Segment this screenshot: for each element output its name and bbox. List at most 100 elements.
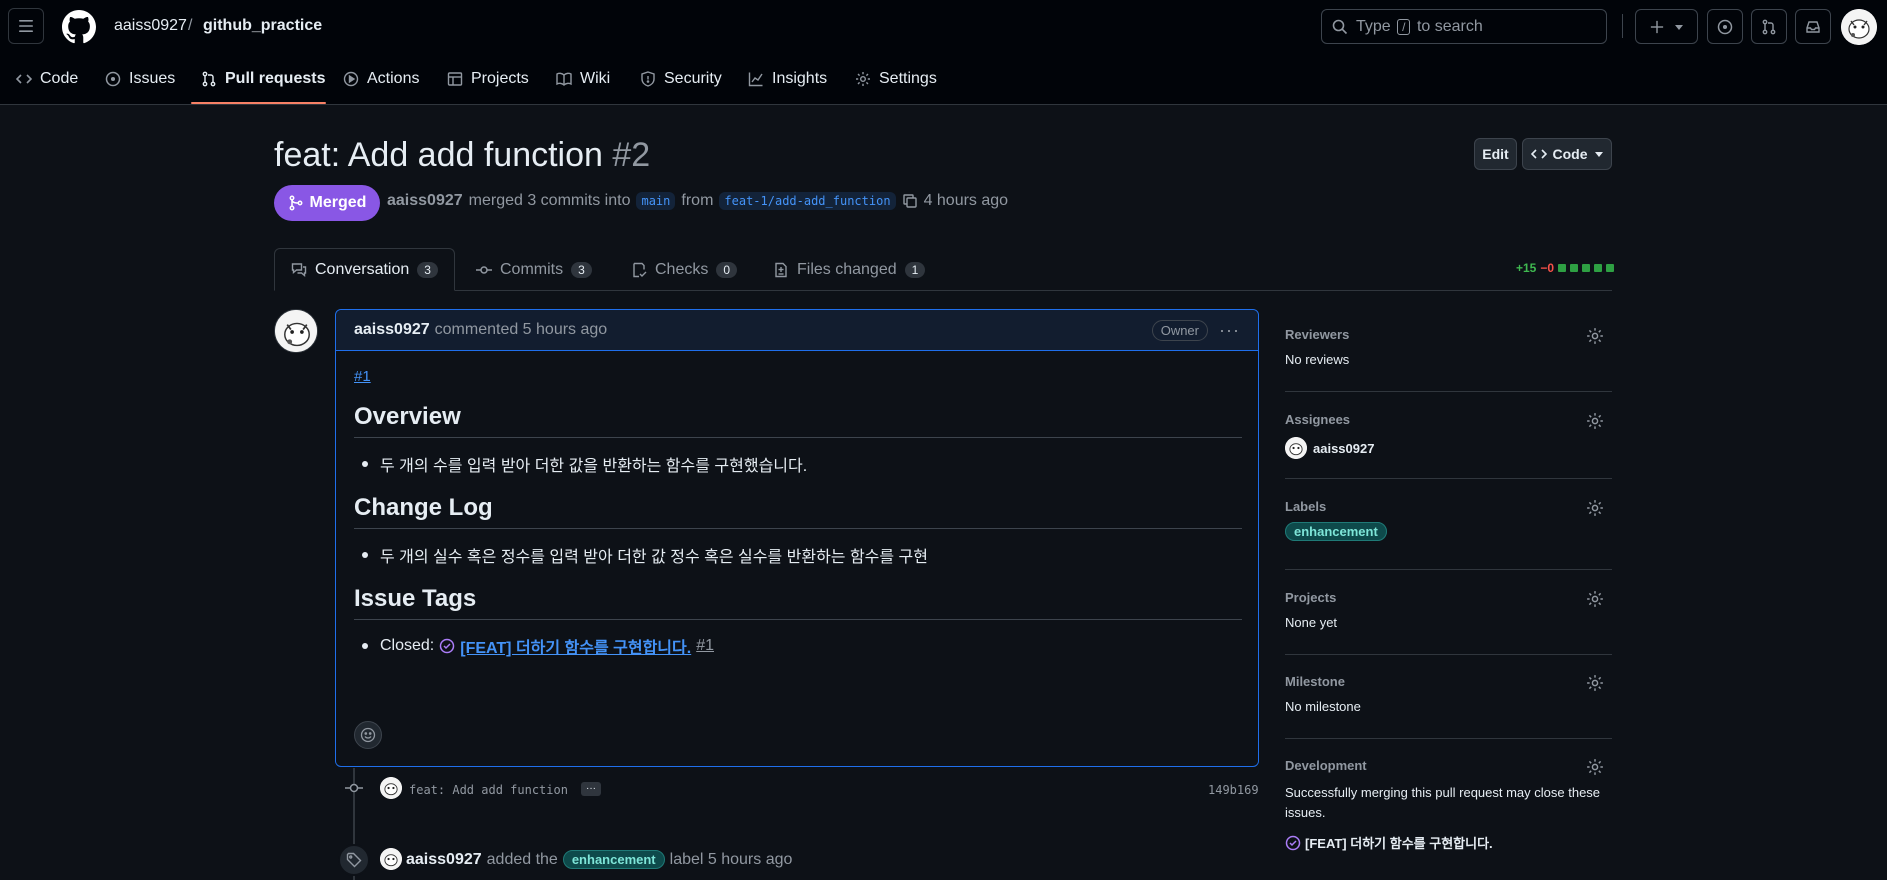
nav-issues[interactable]: Issues: [97, 64, 183, 94]
closed-issue-link[interactable]: [FEAT] 더하기 함수를 구현합니다.: [460, 634, 691, 658]
comment-timestamp[interactable]: commented 5 hours ago: [435, 321, 608, 339]
nav-wiki[interactable]: Wiki: [548, 64, 618, 94]
kebab-icon[interactable]: ···: [1219, 320, 1240, 341]
tab-checks[interactable]: Checks 0: [615, 248, 753, 291]
nav-security[interactable]: Security: [632, 64, 730, 94]
sidebar-milestone: Milestone No milestone: [1285, 674, 1612, 739]
user-avatar[interactable]: [1841, 9, 1877, 45]
nav-insights[interactable]: Insights: [740, 64, 835, 94]
issues-button[interactable]: [1707, 9, 1743, 44]
book-icon: [556, 72, 572, 86]
nav-insights-label: Insights: [772, 70, 828, 87]
projects-heading: Projects: [1285, 590, 1337, 605]
comment-box: aaiss0927 commented 5 hours ago Owner ··…: [335, 309, 1259, 767]
triangle-down-icon: [1594, 152, 1603, 157]
copy-icon[interactable]: [902, 193, 918, 209]
diffstat-deletions: −0: [1540, 261, 1555, 275]
search-input[interactable]: Type / to search: [1321, 9, 1607, 44]
owner-badge: Owner: [1151, 320, 1208, 341]
nav-settings[interactable]: Settings: [847, 64, 945, 94]
assignee-avatar: [1285, 437, 1307, 459]
closed-issue-number[interactable]: #1: [696, 637, 714, 655]
git-commit-icon: [345, 781, 363, 795]
file-diff-icon: [775, 262, 787, 277]
nav-projects-label: Projects: [471, 70, 529, 87]
development-value: Successfully merging this pull request m…: [1285, 785, 1601, 820]
gear-icon[interactable]: [1586, 412, 1604, 430]
diffstat-block: [1582, 264, 1591, 272]
menu-button[interactable]: [8, 8, 44, 44]
diffstat-block: [1558, 264, 1567, 272]
pr-merged-time[interactable]: 4 hours ago: [924, 192, 1009, 210]
tab-files-changed[interactable]: Files changed 1: [757, 248, 941, 291]
base-branch-label[interactable]: main: [636, 192, 676, 210]
pull-requests-button[interactable]: [1751, 9, 1787, 44]
development-issue-item[interactable]: [FEAT] 더하기 함수를 구현합니다.: [1285, 833, 1612, 852]
issue-closed-icon: [440, 638, 455, 654]
diffstat: +15 −0: [1516, 261, 1615, 275]
head-branch-label[interactable]: feat-1/add-add_function: [719, 192, 896, 210]
comment-author-avatar[interactable]: [274, 309, 318, 353]
nav-actions[interactable]: Actions: [335, 64, 427, 94]
development-issue-link: [FEAT] 더하기 함수를 구현합니다.: [1305, 836, 1493, 851]
hamburger-icon: [19, 20, 33, 32]
breadcrumb-owner[interactable]: aaiss0927: [114, 17, 187, 35]
gear-icon[interactable]: [1586, 590, 1604, 608]
table-icon: [447, 72, 463, 86]
create-new-button[interactable]: [1635, 9, 1698, 44]
pr-author-link[interactable]: aaiss0927: [387, 192, 463, 210]
nav-settings-label: Settings: [879, 70, 937, 87]
assignee-name: aaiss0927: [1313, 440, 1375, 456]
commit-author-avatar[interactable]: [380, 777, 402, 799]
github-logo-icon[interactable]: [62, 10, 96, 44]
gear-icon[interactable]: [1586, 674, 1604, 692]
pr-title-text: feat: Add add function: [274, 136, 603, 174]
assignee-item[interactable]: aaiss0927: [1285, 437, 1612, 459]
nav-pull-requests[interactable]: Pull requests: [193, 64, 333, 94]
heading-issue-tags: Issue Tags: [354, 585, 1242, 620]
gear-icon[interactable]: [1586, 499, 1604, 517]
code-icon: [1530, 149, 1547, 159]
plus-icon: [1650, 20, 1663, 33]
tab-conversation-label: Conversation: [315, 260, 410, 278]
tab-checks-label: Checks: [655, 260, 709, 278]
edit-button[interactable]: Edit: [1474, 138, 1517, 170]
nav-wiki-label: Wiki: [580, 70, 611, 87]
expand-commit-button[interactable]: ···: [581, 782, 601, 796]
merged-state-badge: Merged: [274, 185, 380, 221]
commit-sha-link[interactable]: 149b169: [1208, 783, 1259, 797]
gear-icon[interactable]: [1586, 758, 1604, 776]
nav-projects[interactable]: Projects: [439, 64, 537, 94]
nav-security-label: Security: [664, 70, 722, 87]
search-shortcut-key: /: [1397, 18, 1411, 35]
sidebar-projects: Projects None yet: [1285, 590, 1612, 655]
tag-icon: [338, 844, 370, 876]
nav-code[interactable]: Code: [8, 64, 86, 94]
add-reaction-button[interactable]: [354, 721, 382, 749]
commit-message-link[interactable]: feat: Add add function: [409, 783, 568, 797]
tab-conversation[interactable]: Conversation 3: [274, 248, 455, 291]
pull-request-icon: [202, 71, 216, 87]
inbox-button[interactable]: [1795, 9, 1831, 44]
label-pill[interactable]: enhancement: [1285, 522, 1387, 541]
pr-number: #2: [612, 136, 651, 174]
label-pill[interactable]: enhancement: [562, 850, 665, 869]
diffstat-additions: +15: [1516, 261, 1537, 275]
nav-issues-label: Issues: [129, 70, 176, 87]
comment-author-link[interactable]: aaiss0927: [354, 321, 430, 339]
git-pull-request-icon: [1762, 19, 1776, 34]
list-item: 두 개의 실수 혹은 정수를 입력 받아 더한 값 정수 혹은 실수를 반환하는…: [362, 543, 1242, 567]
label-actor-link[interactable]: aaiss0927: [406, 851, 482, 869]
breadcrumb-repo[interactable]: github_practice: [203, 17, 322, 35]
pr-meta: aaiss0927 merged 3 commits into main fro…: [387, 192, 1008, 210]
labels-heading: Labels: [1285, 499, 1327, 514]
issue-reference-link[interactable]: #1: [354, 368, 371, 385]
list-item: Closed: [FEAT] 더하기 함수를 구현합니다. #1: [362, 634, 1242, 658]
code-icon: [16, 74, 32, 84]
gear-icon[interactable]: [1586, 327, 1604, 345]
tab-conversation-count: 3: [417, 261, 438, 278]
code-dropdown-button[interactable]: Code: [1522, 138, 1612, 170]
tab-commits[interactable]: Commits 3: [460, 248, 608, 291]
label-actor-avatar[interactable]: [380, 848, 402, 870]
tab-commits-label: Commits: [500, 260, 564, 278]
